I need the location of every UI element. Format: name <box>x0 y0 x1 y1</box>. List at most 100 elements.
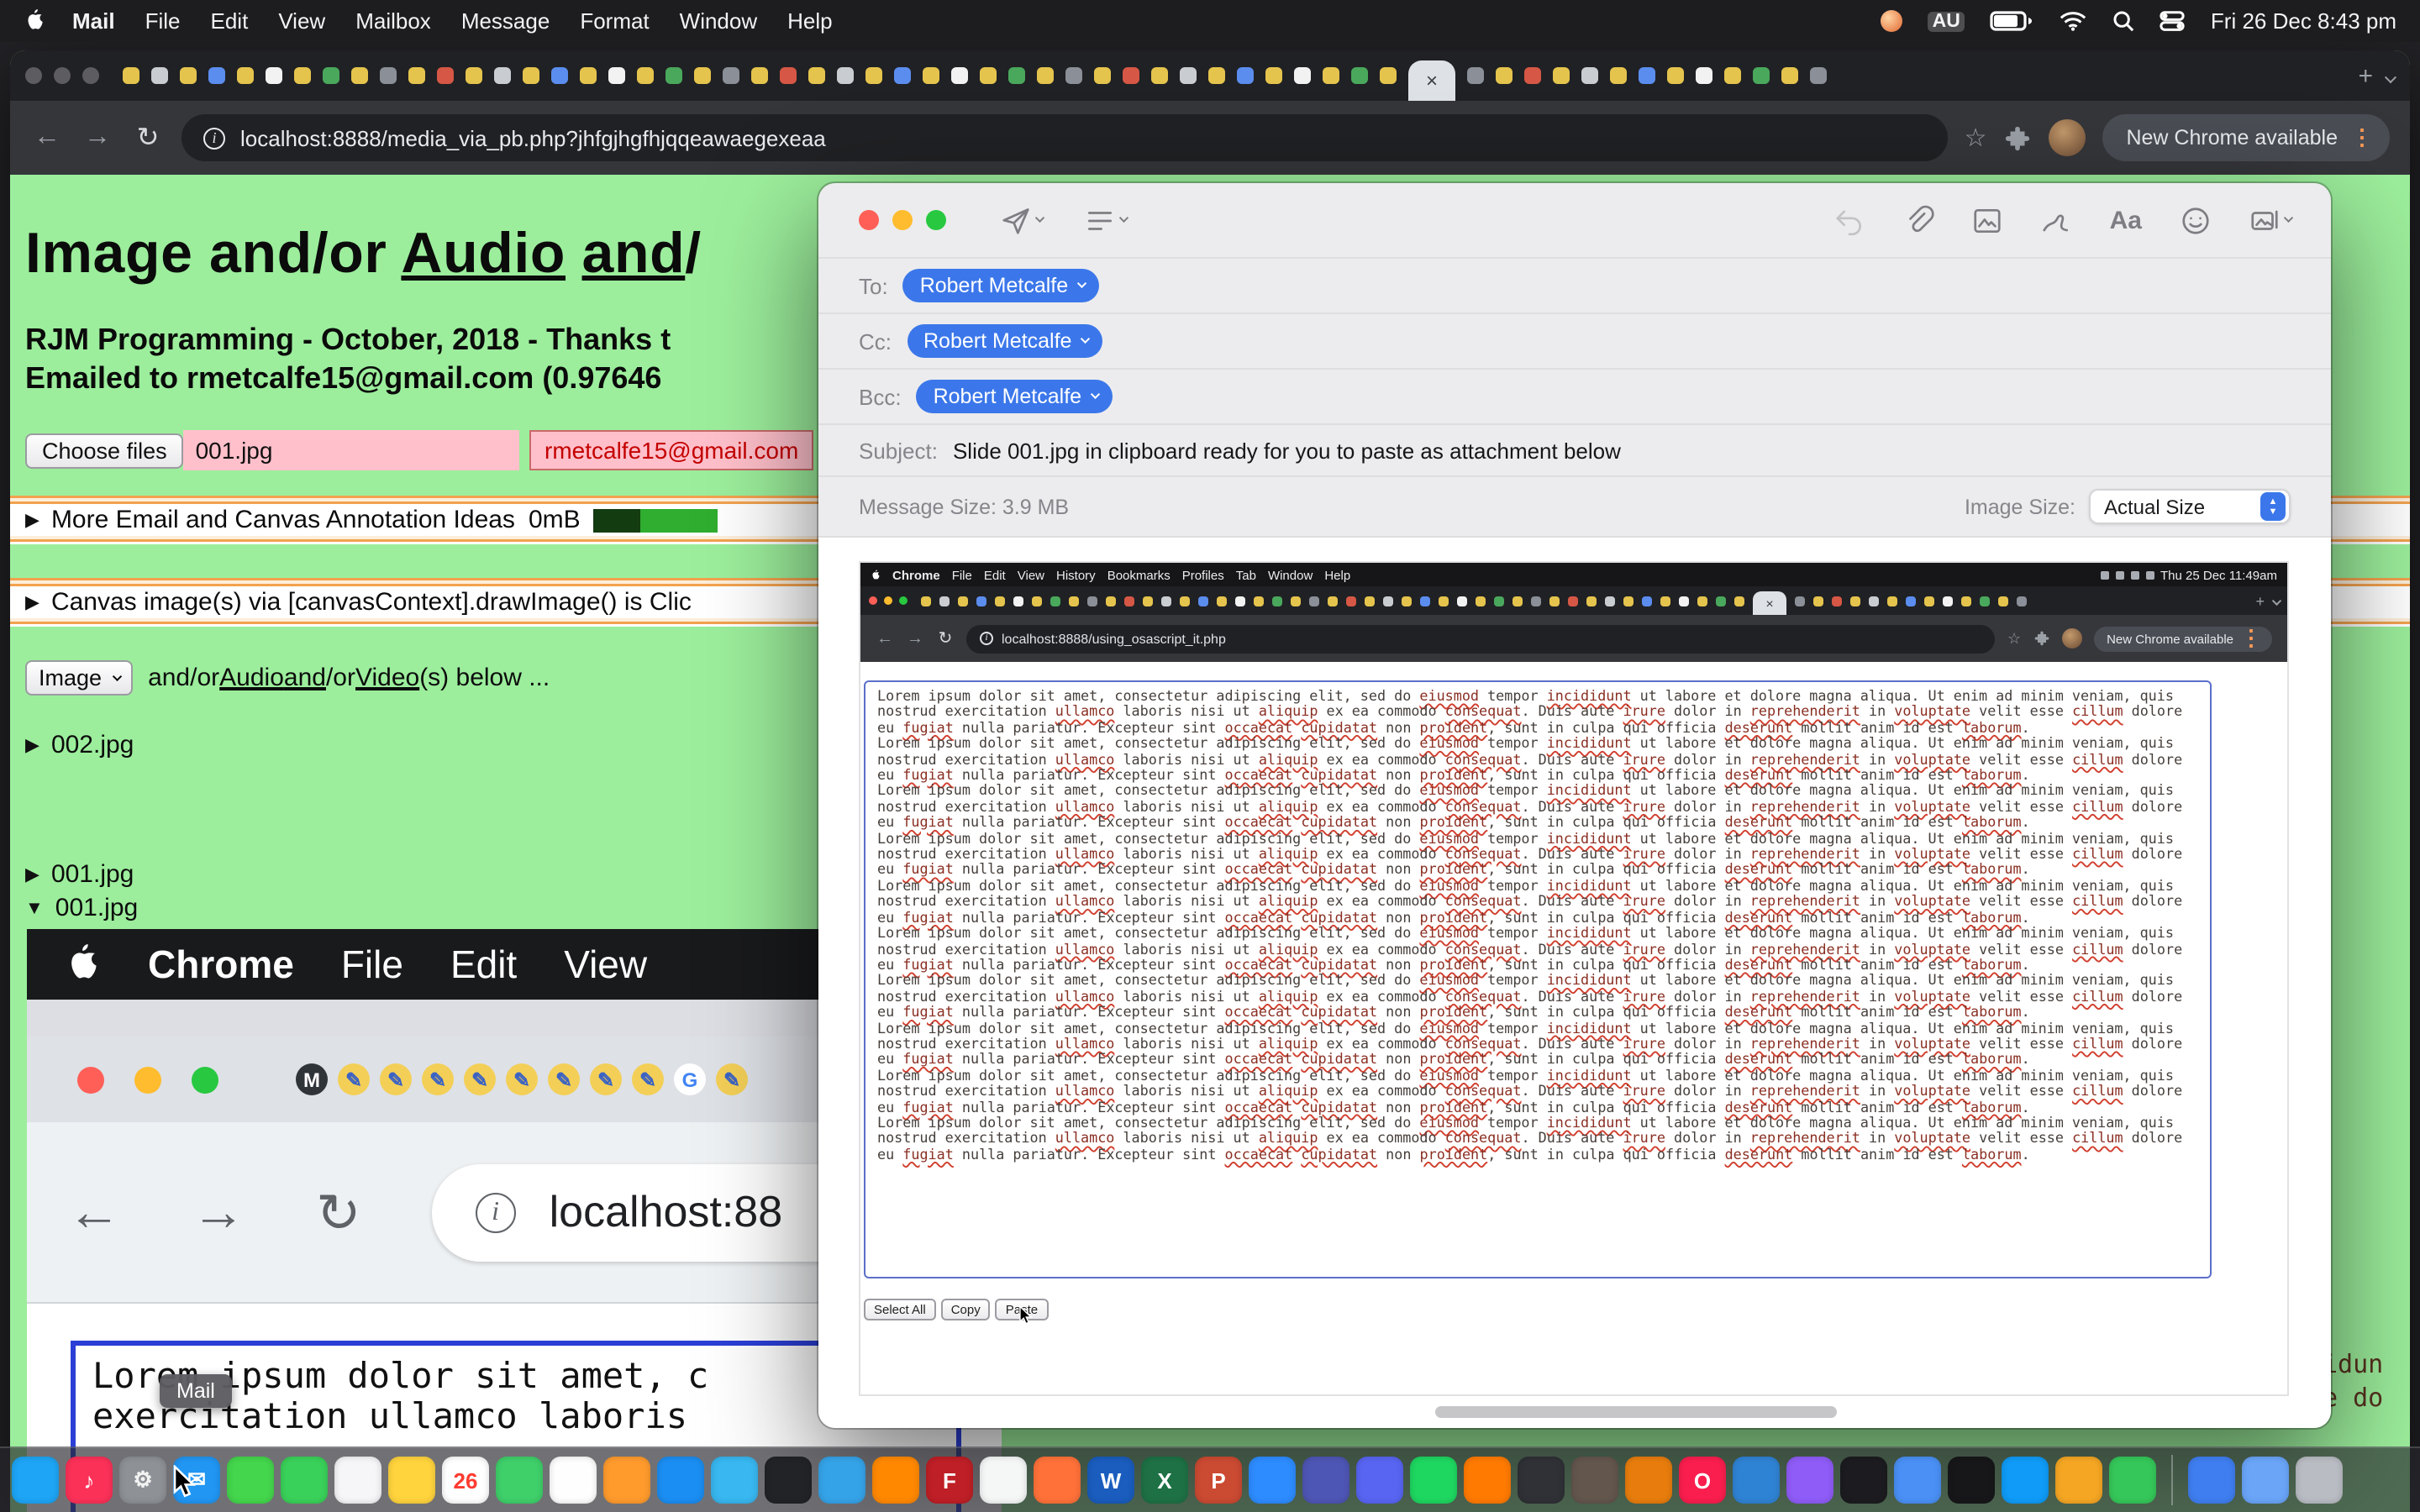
browser-tab[interactable] <box>2017 596 2027 606</box>
browser-tab[interactable] <box>351 67 368 84</box>
browser-tab[interactable] <box>808 67 825 84</box>
browser-tab[interactable] <box>1753 67 1770 84</box>
browser-tab[interactable] <box>1832 596 1842 606</box>
messages-icon[interactable] <box>227 1457 274 1504</box>
browser-menu-icon[interactable]: ⋮ <box>2351 124 2373 151</box>
browser-tab[interactable] <box>751 67 768 84</box>
browser-tab[interactable] <box>1050 596 1060 606</box>
notes-icon[interactable] <box>388 1457 435 1504</box>
filezilla-icon[interactable]: F <box>926 1457 973 1504</box>
image-size-popup[interactable]: Actual Size ▲▼ <box>2089 489 2291 524</box>
browser-tab[interactable] <box>1383 596 1393 606</box>
browser-tab[interactable] <box>1549 596 1560 606</box>
browser-tab[interactable] <box>1553 67 1570 84</box>
browser-tab[interactable] <box>1272 596 1282 606</box>
menu-item-history[interactable]: History <box>1056 567 1096 582</box>
system-settings-icon[interactable]: ⚙ <box>119 1457 166 1504</box>
discord-icon[interactable] <box>1356 1457 1403 1504</box>
browser-tab[interactable] <box>1795 596 1805 606</box>
site-info-icon[interactable]: i <box>203 127 225 149</box>
menu-item-bookmarks[interactable]: Bookmarks <box>1107 567 1171 582</box>
spotify-icon[interactable] <box>1410 1457 1457 1504</box>
blender-icon[interactable] <box>1625 1457 1672 1504</box>
recipient-pill[interactable]: Robert Metcalfe <box>903 269 1099 302</box>
header-fields-button[interactable] <box>1083 204 1126 236</box>
browser-tab[interactable] <box>1494 596 1504 606</box>
browser-tab[interactable] <box>1124 596 1134 606</box>
obs-icon[interactable] <box>1518 1457 1565 1504</box>
disclosure-002-jpg[interactable]: ▶002.jpg <box>25 731 134 759</box>
cc-field[interactable]: Cc: Robert Metcalfe <box>818 314 2331 370</box>
menu-item-window[interactable]: Window <box>1268 567 1313 582</box>
disclosure-001-jpg[interactable]: ▶001.jpg <box>25 860 134 889</box>
browser-tab[interactable] <box>1008 67 1025 84</box>
keynote-icon[interactable] <box>2002 1457 2049 1504</box>
browser-tab[interactable] <box>1980 596 1990 606</box>
browser-tab[interactable] <box>1457 596 1467 606</box>
browser-tab[interactable] <box>608 67 625 84</box>
address-bar[interactable]: i localhost:8888/media_via_pb.php?jhfgjh… <box>182 114 1948 161</box>
opera-icon[interactable]: O <box>1679 1457 1726 1504</box>
menu-app-name[interactable]: Mail <box>72 8 115 34</box>
browser-tab[interactable] <box>637 67 654 84</box>
browser-tab[interactable] <box>1610 67 1627 84</box>
and-link[interactable]: and <box>284 664 326 692</box>
minimize-window-button[interactable] <box>54 67 71 84</box>
menu-item-file[interactable]: File <box>952 567 972 582</box>
menu-item-help[interactable]: Help <box>1324 567 1350 582</box>
disclosure-001-jpg-open[interactable]: ▼001.jpg <box>25 894 138 922</box>
google-icon[interactable]: G <box>674 1063 706 1095</box>
browser-tab[interactable] <box>923 67 939 84</box>
browser-tab[interactable] <box>437 67 454 84</box>
browser-tab[interactable] <box>1496 67 1512 84</box>
send-button[interactable] <box>1000 204 1043 236</box>
stocks-icon[interactable] <box>1948 1457 1995 1504</box>
browser-tab[interactable] <box>1328 596 1338 606</box>
menu-item-chrome[interactable]: Chrome <box>148 942 294 985</box>
browser-tab[interactable] <box>1734 596 1744 606</box>
audio-link[interactable]: Audio <box>219 664 284 692</box>
status-extra-icon[interactable] <box>1881 10 1902 32</box>
browser-tab[interactable] <box>380 67 397 84</box>
weather-icon[interactable] <box>1894 1457 1941 1504</box>
browser-tab[interactable] <box>1217 596 1227 606</box>
annotate-icon[interactable]: ✎ <box>632 1063 664 1095</box>
browser-tab[interactable] <box>894 67 911 84</box>
browser-tab[interactable] <box>1420 596 1430 606</box>
word-icon[interactable]: W <box>1087 1457 1134 1504</box>
browser-tab[interactable] <box>1208 67 1225 84</box>
active-tab[interactable]: × <box>1753 591 1786 615</box>
browser-tab[interactable] <box>1032 596 1042 606</box>
edge-icon[interactable] <box>1733 1457 1780 1504</box>
podcasts-icon[interactable] <box>1786 1457 1833 1504</box>
browser-tab[interactable] <box>1254 596 1264 606</box>
documents-folder-icon[interactable] <box>2242 1457 2289 1504</box>
browser-tab[interactable] <box>523 67 539 84</box>
chrome-update-button[interactable]: New Chrome available ⋮ <box>2102 114 2390 161</box>
forward-icon[interactable]: → <box>81 123 114 153</box>
browser-tab[interactable] <box>1237 67 1254 84</box>
browser-tab[interactable] <box>1123 67 1139 84</box>
browser-tab[interactable] <box>837 67 854 84</box>
reload-icon[interactable]: ↻ <box>131 121 165 155</box>
browser-tab[interactable] <box>1716 596 1726 606</box>
battery-icon[interactable] <box>1991 10 2034 32</box>
message-body[interactable]: ChromeFileEditViewHistoryBookmarksProfil… <box>818 538 2331 1428</box>
music-icon[interactable]: ♪ <box>66 1457 113 1504</box>
vlc-icon[interactable] <box>1464 1457 1511 1504</box>
extensions-icon[interactable] <box>2003 123 2032 152</box>
annotate-icon[interactable]: ✎ <box>338 1063 370 1095</box>
browser-tab[interactable] <box>995 596 1005 606</box>
browser-tab[interactable] <box>123 67 139 84</box>
browser-tab[interactable] <box>1346 596 1356 606</box>
browser-tab[interactable] <box>551 67 568 84</box>
powerpoint-icon[interactable]: P <box>1195 1457 1242 1504</box>
undo-button[interactable] <box>1834 204 1866 236</box>
sublime-icon[interactable] <box>872 1457 919 1504</box>
browser-tab[interactable] <box>1581 67 1598 84</box>
browser-tab[interactable] <box>1810 67 1827 84</box>
browser-tab[interactable] <box>1161 596 1171 606</box>
menu-item-chrome[interactable]: Chrome <box>892 567 940 582</box>
annotate-icon[interactable]: ✎ <box>548 1063 580 1095</box>
browser-tab[interactable] <box>723 67 739 84</box>
